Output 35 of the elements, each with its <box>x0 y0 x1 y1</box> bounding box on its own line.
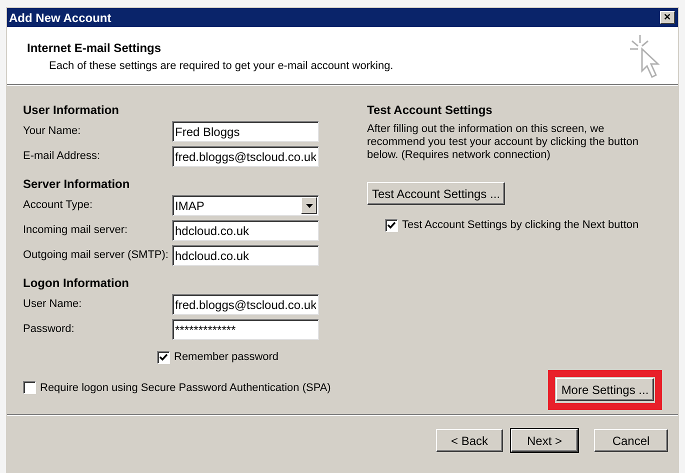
section-heading: User Information <box>23 102 120 119</box>
section-heading: Logon Information <box>23 275 130 292</box>
input-field[interactable]: hdcloud.co.uk <box>172 220 319 241</box>
field-label: User Name: <box>23 297 83 312</box>
description-text: After filling out the information on this screen, we recommend you test your account by clicking the button below. (Requires network connection) <box>367 123 640 162</box>
input-field[interactable]: Fred Bloggs <box>172 121 319 142</box>
section-heading: Test Account Settings <box>367 102 494 119</box>
password-field[interactable]: ************* <box>172 319 319 340</box>
checkbox-label: Require logon using Secure Password Authentication (SPA) <box>40 380 331 396</box>
header-subtitle: Each of these settings are required to get your e-mail account working. <box>48 59 394 74</box>
checkbox[interactable] <box>23 381 36 394</box>
footer-button[interactable]: Next > <box>511 429 578 452</box>
window-title: Add New Account <box>9 10 112 26</box>
checkbox[interactable] <box>157 350 170 364</box>
input-field[interactable]: hdcloud.co.uk <box>172 245 319 266</box>
field-label: Account Type: <box>23 198 94 214</box>
field-label: Password: <box>23 322 76 338</box>
dropdown-field[interactable]: IMAP <box>172 195 319 216</box>
cursor-sparkle-icon <box>628 33 662 81</box>
test-account-button[interactable]: Test Account Settings ... <box>367 182 505 205</box>
checkmark-icon <box>387 220 396 230</box>
field-label: E-mail Address: <box>23 149 102 164</box>
more-settings-button[interactable]: More Settings ... <box>556 378 654 401</box>
field-label: Outgoing mail server (SMTP): <box>23 248 170 264</box>
footer-button[interactable]: Cancel <box>594 429 668 452</box>
checkbox-label: Remember password <box>174 350 279 365</box>
field-label: Incoming mail server: <box>23 223 129 238</box>
checkbox[interactable] <box>385 218 398 232</box>
close-button[interactable]: ✕ <box>660 11 675 24</box>
checkmark-icon <box>159 352 168 362</box>
checkbox-label: Test Account Settings by clicking the Next button <box>402 218 639 233</box>
header-title: Internet E-mail Settings <box>27 40 162 57</box>
footer-button[interactable]: < Back <box>436 429 503 452</box>
field-label: Your Name: <box>23 124 82 140</box>
section-heading: Server Information <box>23 176 131 193</box>
